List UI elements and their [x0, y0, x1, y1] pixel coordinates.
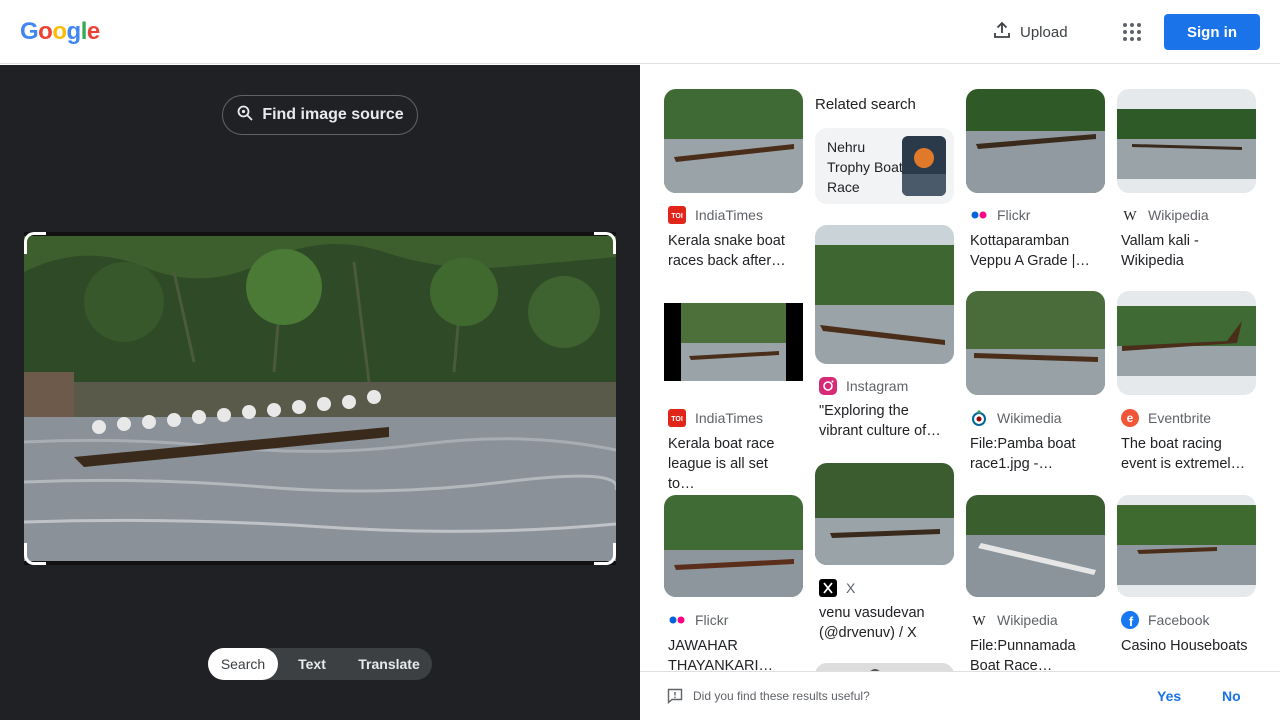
related-search-card[interactable]: Nehru Trophy Boat Race	[815, 128, 954, 204]
result-thumbnail[interactable]	[1117, 291, 1256, 395]
lens-mode-tabs: Search Text Translate	[208, 648, 432, 680]
result-source[interactable]: Wikimedia	[970, 409, 1062, 427]
result-source[interactable]: TOI IndiaTimes	[668, 409, 763, 427]
flickr-icon	[970, 206, 988, 224]
related-search-query: Nehru Trophy Boat Race	[827, 139, 903, 195]
results-panel: TOI IndiaTimes Kerala snake boat races b…	[640, 65, 1280, 671]
result-caption[interactable]: Vallam kali - Wikipedia	[1121, 231, 1251, 271]
lens-panel: Find image source Search Text Translate	[0, 65, 640, 720]
flickr-icon	[668, 611, 686, 629]
upload-icon	[992, 20, 1012, 44]
source-name: Wikipedia	[1148, 207, 1209, 223]
result-source[interactable]: Flickr	[668, 611, 728, 629]
top-bar: Google Upload Sign in	[0, 0, 1280, 64]
result-caption[interactable]: The boat racing event is extremel…	[1121, 434, 1251, 474]
svg-text:e: e	[1127, 411, 1134, 425]
related-search-title: Related search	[815, 96, 916, 113]
result-caption[interactable]: File:Pamba boat race1.jpg -…	[970, 434, 1100, 474]
crop-corner-bottom-right[interactable]	[594, 543, 616, 565]
tab-search[interactable]: Search	[208, 648, 278, 680]
result-caption[interactable]: Casino Houseboats	[1121, 636, 1251, 656]
find-image-source-label: Find image source	[262, 106, 404, 123]
crop-corner-bottom-left[interactable]	[24, 543, 46, 565]
result-thumbnail[interactable]	[1117, 89, 1256, 193]
feedback-bar: Did you find these results useful? Yes N…	[640, 671, 1280, 720]
source-name: Facebook	[1148, 612, 1210, 628]
feedback-question: Did you find these results useful?	[693, 689, 870, 703]
source-name: Eventbrite	[1148, 410, 1212, 426]
facebook-icon: f	[1121, 611, 1139, 629]
svg-text:f: f	[1129, 614, 1134, 629]
sign-in-button[interactable]: Sign in	[1164, 14, 1260, 50]
result-caption[interactable]: File:Punnamada Boat Race…	[970, 636, 1100, 671]
source-name: X	[846, 580, 856, 596]
crop-corner-top-left[interactable]	[24, 232, 46, 254]
wikimedia-icon	[970, 409, 988, 427]
result-caption[interactable]: Kerala snake boat races back after…	[668, 231, 798, 271]
wikipedia-icon: W	[1121, 206, 1139, 224]
result-thumbnail[interactable]	[664, 291, 803, 395]
result-caption[interactable]: JAWAHAR THAYANKARI…	[668, 636, 798, 671]
source-name: Flickr	[695, 612, 729, 628]
toi-icon: TOI	[668, 206, 686, 224]
result-caption[interactable]: Kerala boat race league is all set to…	[668, 434, 798, 494]
logo-letter: o	[38, 18, 53, 45]
lens-search-icon	[236, 104, 254, 127]
wikipedia-icon: W	[970, 611, 988, 629]
source-name: Wikimedia	[997, 410, 1062, 426]
find-image-source-button[interactable]: Find image source	[222, 95, 418, 135]
feedback-yes-button[interactable]: Yes	[1157, 688, 1181, 704]
result-source[interactable]: X	[819, 579, 855, 597]
source-name: Instagram	[846, 378, 909, 394]
feedback-icon	[667, 688, 683, 705]
x-icon	[819, 579, 837, 597]
result-caption[interactable]: venu vasudevan (@drvenuv) / X	[819, 603, 949, 643]
result-source[interactable]: f Facebook	[1121, 611, 1209, 629]
toi-icon: TOI	[668, 409, 686, 427]
apps-grid-icon[interactable]	[1120, 20, 1144, 44]
result-thumbnail[interactable]	[664, 495, 803, 597]
result-caption[interactable]: "Exploring the vibrant culture of…	[819, 401, 949, 441]
result-thumbnail[interactable]	[815, 463, 954, 565]
result-thumbnail[interactable]	[1117, 495, 1256, 597]
result-thumbnail[interactable]	[966, 89, 1105, 193]
source-name: Wikipedia	[997, 612, 1058, 628]
crop-corner-top-right[interactable]	[594, 232, 616, 254]
svg-text:W: W	[972, 614, 986, 629]
source-name: IndiaTimes	[695, 410, 763, 426]
logo-letter: g	[66, 18, 82, 45]
result-source[interactable]: TOI IndiaTimes	[668, 206, 763, 224]
svg-text:W: W	[1123, 209, 1137, 224]
result-caption[interactable]: Kottaparamban Veppu A Grade |…	[970, 231, 1100, 271]
eventbrite-icon: e	[1121, 409, 1139, 427]
google-logo[interactable]: Google	[20, 18, 100, 46]
result-thumbnail[interactable]	[966, 495, 1105, 597]
result-source[interactable]: W Wikipedia	[970, 611, 1058, 629]
logo-letter: o	[52, 18, 67, 45]
result-thumbnail[interactable]	[966, 291, 1105, 395]
tab-text[interactable]: Text	[278, 648, 346, 680]
feedback-no-button[interactable]: No	[1222, 688, 1241, 704]
related-search-thumbnail	[902, 136, 946, 196]
result-source[interactable]: e Eventbrite	[1121, 409, 1211, 427]
result-source[interactable]: Flickr	[970, 206, 1030, 224]
tab-translate[interactable]: Translate	[346, 648, 432, 680]
logo-letter: e	[86, 18, 100, 45]
source-name: IndiaTimes	[695, 207, 763, 223]
svg-text:TOI: TOI	[671, 416, 683, 423]
result-source[interactable]: W Wikipedia	[1121, 206, 1209, 224]
svg-text:TOI: TOI	[671, 213, 683, 220]
result-thumbnail[interactable]	[664, 89, 803, 193]
query-image[interactable]	[24, 232, 616, 565]
result-thumbnail[interactable]	[815, 663, 954, 671]
result-thumbnail[interactable]	[815, 225, 954, 364]
source-name: Flickr	[997, 207, 1031, 223]
upload-button[interactable]: Upload	[992, 20, 1068, 44]
result-source[interactable]: Instagram	[819, 377, 908, 395]
logo-letter: G	[20, 18, 39, 45]
instagram-icon	[819, 377, 837, 395]
upload-label: Upload	[1020, 23, 1068, 41]
